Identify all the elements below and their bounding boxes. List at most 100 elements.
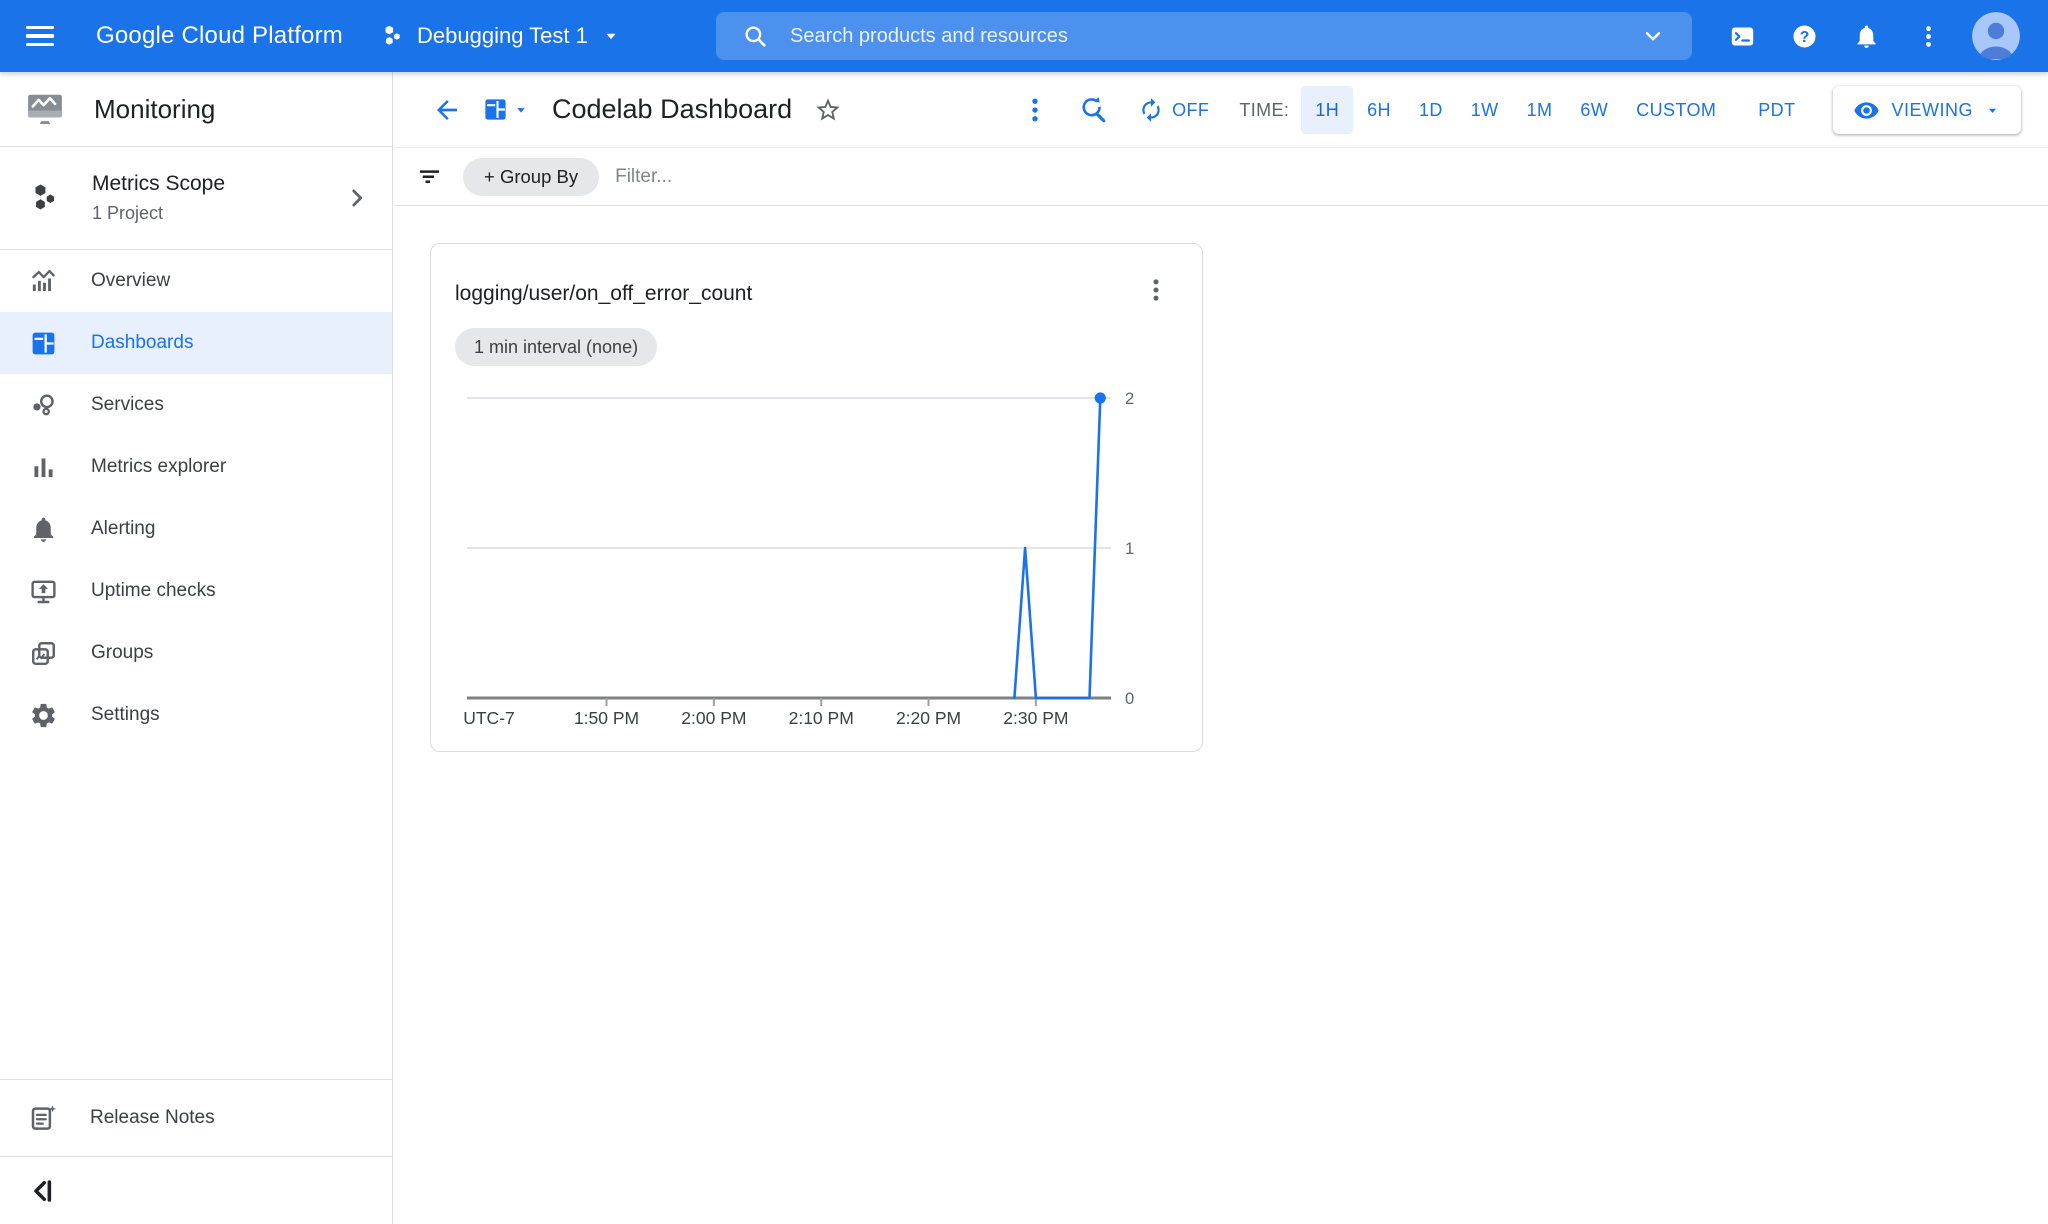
services-icon — [29, 391, 58, 420]
viewing-label: VIEWING — [1891, 100, 1973, 121]
sidebar-item-label: Settings — [91, 704, 160, 726]
sidebar-item-label: Services — [91, 394, 164, 416]
time-range-custom[interactable]: CUSTOM — [1622, 86, 1730, 134]
app-bar-actions: ? — [1722, 0, 2020, 72]
dashboards-icon — [29, 329, 58, 358]
gcp-logo[interactable]: Google Cloud Platform — [96, 22, 343, 50]
product-title: Monitoring — [94, 94, 215, 125]
filter-list-icon[interactable] — [416, 163, 443, 190]
more-options-button[interactable] — [1908, 16, 1948, 56]
filter-bar: + Group By — [394, 148, 2048, 206]
time-label: TIME: — [1239, 100, 1289, 121]
svg-text:?: ? — [1799, 29, 1809, 46]
dashboard-caret-down-icon — [512, 101, 530, 119]
hamburger-menu-icon[interactable] — [26, 19, 60, 53]
refresh-icon — [1138, 97, 1164, 123]
sidebar-item-label: Dashboards — [91, 332, 193, 354]
alerting-icon — [29, 515, 58, 544]
collapse-sidebar-icon[interactable] — [24, 1173, 60, 1209]
notifications-button[interactable] — [1846, 16, 1886, 56]
monitoring-logo-icon — [26, 90, 64, 128]
metric-line-chart[interactable]: 0121:50 PM2:00 PM2:10 PM2:20 PM2:30 PMUT… — [431, 374, 1171, 744]
project-hexagons-icon — [379, 23, 405, 49]
sidebar-item-label: Uptime checks — [91, 580, 216, 602]
sidebar-item-dashboards[interactable]: Dashboards — [0, 312, 392, 374]
avatar[interactable] — [1972, 12, 2020, 60]
time-range-1d[interactable]: 1D — [1405, 86, 1457, 134]
release-notes-icon — [28, 1103, 58, 1133]
sidebar-item-settings[interactable]: Settings — [0, 684, 392, 746]
dashboard-more-options-button[interactable] — [1020, 95, 1050, 125]
favorite-star-icon[interactable] — [814, 96, 842, 124]
project-selector[interactable]: Debugging Test 1 — [379, 23, 622, 49]
svg-text:2:10 PM: 2:10 PM — [789, 708, 854, 728]
dashboard-toolbar: Codelab Dashboard OFF TIME: 1H6H1D1W1M6W… — [394, 72, 2048, 148]
metric-chart-svg: 0121:50 PM2:00 PM2:10 PM2:20 PM2:30 PMUT… — [431, 374, 1171, 744]
viewing-caret-down-icon — [1984, 102, 2001, 119]
sidebar-item-metrics-explorer[interactable]: Metrics explorer — [0, 436, 392, 498]
sidebar-collapse-row — [0, 1157, 392, 1224]
sidebar-item-label: Groups — [91, 642, 153, 664]
sidebar: Monitoring Metrics Scope 1 Project Overv… — [0, 72, 393, 1224]
zoom-reset-icon[interactable] — [1078, 95, 1108, 125]
chart-options-button[interactable] — [1142, 276, 1170, 304]
refresh-state-label: OFF — [1172, 100, 1209, 121]
timezone-button[interactable]: PDT — [1744, 86, 1809, 134]
metrics-scope-label: Metrics Scope — [92, 172, 225, 196]
sidebar-footer: Release Notes — [0, 1079, 392, 1224]
global-search-bar[interactable] — [716, 12, 1692, 60]
gcp-monitoring-page: Google Cloud Platform Debugging Test 1 ?… — [0, 0, 2048, 1224]
sidebar-item-groups[interactable]: Groups — [0, 622, 392, 684]
dots-vertical-icon — [1915, 23, 1942, 50]
help-button[interactable]: ? — [1784, 16, 1824, 56]
chart-interval-badge: 1 min interval (none) — [455, 328, 657, 366]
chevron-right-icon — [344, 185, 370, 211]
eye-icon — [1853, 97, 1880, 124]
group-by-button[interactable]: + Group By — [463, 158, 599, 196]
sidebar-item-uptime-checks[interactable]: Uptime checks — [0, 560, 392, 622]
time-range-6h[interactable]: 6H — [1353, 86, 1405, 134]
svg-text:2:20 PM: 2:20 PM — [896, 708, 961, 728]
main-content: Codelab Dashboard OFF TIME: 1H6H1D1W1M6W… — [394, 72, 2048, 1224]
sidebar-item-overview[interactable]: Overview — [0, 250, 392, 312]
app-bar: Google Cloud Platform Debugging Test 1 ? — [0, 0, 2048, 72]
sidebar-item-label: Overview — [91, 270, 170, 292]
dashboard-title: Codelab Dashboard — [552, 94, 792, 125]
sidebar-nav: Overview Dashboards Services Metrics explor… — [0, 250, 392, 746]
back-button[interactable] — [432, 95, 462, 125]
sidebar-item-release-notes[interactable]: Release Notes — [0, 1079, 392, 1157]
time-range-6w[interactable]: 6W — [1566, 86, 1622, 134]
svg-text:2:30 PM: 2:30 PM — [1003, 708, 1068, 728]
bell-icon — [1853, 23, 1880, 50]
help-icon: ? — [1791, 23, 1818, 50]
uptime-icon — [29, 577, 58, 606]
sidebar-item-label: Alerting — [91, 518, 155, 540]
dashboard-switcher[interactable] — [482, 96, 530, 123]
svg-text:1: 1 — [1125, 540, 1134, 558]
viewing-mode-button[interactable]: VIEWING — [1833, 86, 2021, 134]
overview-icon — [29, 267, 58, 296]
cloud-shell-button[interactable] — [1722, 16, 1762, 56]
sidebar-item-services[interactable]: Services — [0, 374, 392, 436]
metrics-scope-hexagons-icon — [27, 181, 61, 215]
time-range-1w[interactable]: 1W — [1457, 86, 1513, 134]
sidebar-item-alerting[interactable]: Alerting — [0, 498, 392, 560]
metrics-scope-selector[interactable]: Metrics Scope 1 Project — [0, 147, 392, 250]
groups-icon — [29, 639, 58, 668]
svg-text:2:00 PM: 2:00 PM — [681, 708, 746, 728]
search-icon — [742, 23, 768, 49]
time-range-chips: 1H6H1D1W1M6WCUSTOM — [1301, 86, 1730, 134]
svg-text:0: 0 — [1125, 690, 1134, 708]
project-name: Debugging Test 1 — [417, 23, 588, 49]
metrics-scope-project-count: 1 Project — [92, 203, 225, 224]
cloud-shell-icon — [1729, 23, 1756, 50]
time-range-1h[interactable]: 1H — [1301, 86, 1353, 134]
release-notes-label: Release Notes — [90, 1107, 215, 1129]
sidebar-item-label: Metrics explorer — [91, 456, 226, 478]
time-range-1m[interactable]: 1M — [1513, 86, 1567, 134]
search-input[interactable] — [790, 25, 1640, 48]
search-expand-chevron-icon[interactable] — [1640, 23, 1666, 49]
project-caret-down-icon — [600, 25, 622, 47]
filter-input[interactable] — [615, 166, 2048, 188]
auto-refresh-toggle[interactable]: OFF — [1138, 97, 1209, 123]
